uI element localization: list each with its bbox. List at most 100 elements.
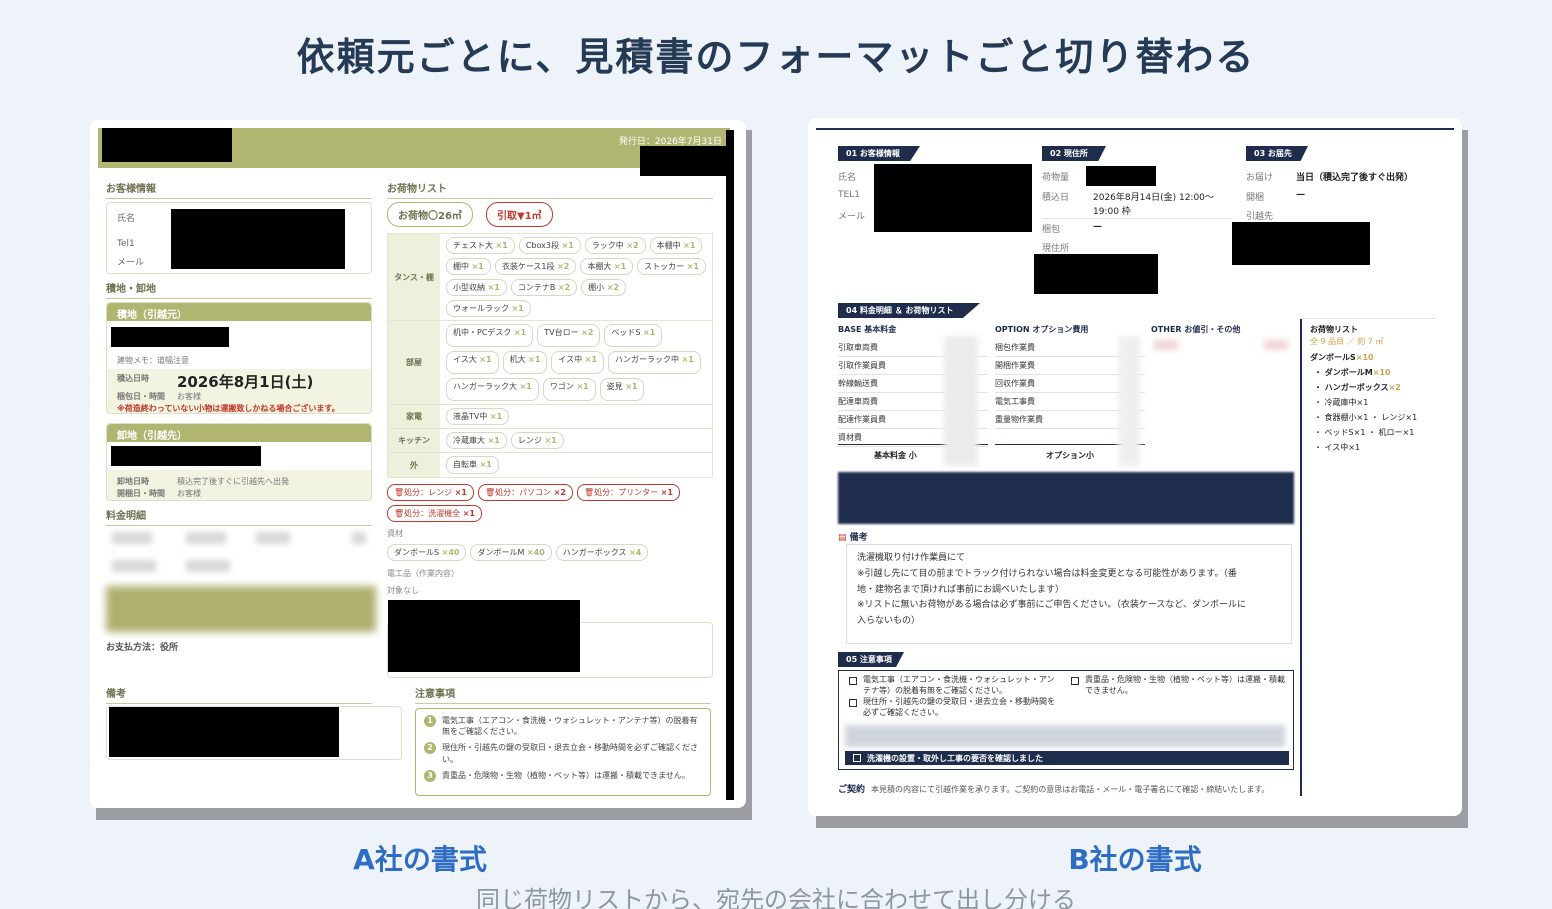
cargo-chip-qty: ×1 [479,460,492,469]
caption-format-b: B社の書式 [1068,843,1202,876]
caution-number: 2 [424,742,436,755]
remarks-section-title: 備考 [106,685,372,704]
base-fee-head: BASE 基本料金 [838,325,897,334]
blurred-discount [1154,340,1178,350]
deliver-label: お届け [1246,173,1274,183]
cargo-chip-name: 自転車 [453,460,480,469]
cargo-chip-name: ウォールラック [453,304,512,313]
cargo-chip: ハンガーラック中 ×1 [608,351,701,374]
cargo-chip-name: ラック中 [591,241,627,250]
b-load-label: 積込日 [1042,193,1070,203]
blurred-base-amounts [944,336,978,466]
unpack-value: お客様 [177,489,201,498]
cargo-chip-name: コンテナB [517,283,558,292]
caution-checkbox-1[interactable] [849,677,857,685]
b-list-item-qty: ×10 [1372,368,1391,377]
redacted-customer [171,209,345,269]
cargo-chip-qty: ×1 [495,241,508,250]
tag-customer-info: 01 お客様情報 [838,146,920,161]
b-list-item-name: ・ イス中×1 [1314,443,1361,452]
redacted-current-address [1034,254,1158,294]
redacted-stamp [640,146,732,176]
caution-confirm-text: 洗濯機の設置・取外し工事の要否を確認しました [867,754,1043,763]
b-dest-label: 引越先 [1246,212,1274,222]
pickup-volume-pill: 引取▼1㎥ [486,202,553,227]
cargo-chip-qty: ×4 [629,548,642,557]
list-top-rule [1300,318,1436,319]
b-list-item: ダンボールS×10 [1310,352,1374,363]
cargo-chip: 机中・PCデスク ×1 [446,324,534,347]
fee-item-label: 重量物作業費 [995,415,1043,424]
cargo-chip-qty: ×1 [454,488,467,497]
blurred-fee [256,532,290,544]
cargo-chip-name: 冷蔵庫大 [453,436,488,445]
redacted-cargo-amount [1086,166,1156,186]
cargo-category-items: 液晶TV中 ×1 [440,405,712,428]
caution-text-2: 現住所・引越先の鍵の受取日・退去立会・移動時間を必ずご確認ください。 [863,697,1055,717]
cargo-chip-name: 本棚中 [656,241,684,250]
b-list-item-name: ・ 食器棚小×1 ・ レンジ×1 [1314,413,1418,422]
fee-item-label: 資材費 [838,433,862,442]
b-load-value-2: 19:00 枠 [1093,207,1131,217]
caution-text: 電気工事（エアコン・食洗機・ウォシュレット・アンテナ等）の脱着有無をご確認くださ… [442,716,698,737]
base-subtotal-label: 基本料金 小 [874,451,917,460]
b-list-total: 全 9 品目 ／ 約 7 ㎥ [1310,337,1384,346]
cargo-chip: コンテナB ×2 [510,279,578,296]
caution-checkbox-3[interactable] [1071,677,1079,685]
packing-warning: ※荷造終わっていない小物は運搬致しかねる場合ございます。 [117,404,340,413]
cargo-chip-qty: ×1 [489,412,503,421]
cargo-chip-qty: ×1 [686,262,699,271]
option-subtotal-label: オプション小 [1046,451,1094,460]
cargo-chip: 冷蔵庫大 ×1 [446,432,507,449]
cargo-chip-name: 本棚大 [587,262,614,271]
contract-text: 本見積の内容にて引越作業を承ります。ご契約の意思はお電話・メール・電子署名にて確… [871,785,1270,794]
customer-box: 氏名 Tel1 メール [106,202,372,274]
redacted-remarks [109,707,339,757]
cargo-chip-qty: ×1 [625,382,638,391]
blurred-caution-row [845,725,1285,747]
unload-label: 卸地日時 [117,477,149,486]
cargo-chip-name: イス中 [558,355,585,364]
cargo-chip-qty: ×1 [683,241,696,250]
cargo-chip-name: 棚小 [588,283,607,292]
b-unpack-label: 開梱 [1246,193,1265,203]
caution-checkbox-2[interactable] [849,699,857,707]
cargo-grid-row: タンス・棚 チェスト大 ×1 Cbox3段 ×1 ラック中 ×2 本棚中 ×1 棚中 ×1… [388,234,712,321]
confirm-checkbox[interactable] [853,754,861,762]
cargo-category: 外 [388,453,440,477]
tag-fee-and-cargo: 04 料金明細 ＆ お荷物リスト [838,303,980,318]
redacted-company-logo [102,128,232,162]
cargo-chip-name: 🗑処分：プリンター [583,488,661,497]
b-list-item: ・ ベッドS×1 ・ 机ロー×1 [1314,427,1414,438]
cargo-category: タンス・棚 [388,234,440,320]
caution-section-title: 注意事項 [415,685,711,704]
cargo-category-items: チェスト大 ×1 Cbox3段 ×1 ラック中 ×2 本棚中 ×1 棚中 ×1 衣装ケース… [440,234,712,320]
b-list-item: ・ 冷蔵庫中×1 [1314,397,1368,408]
cargo-chip-qty: ×1 [544,436,557,445]
cargo-chip: ダンボールS ×40 [387,544,467,561]
cargo-chip: Cbox3段 ×1 [518,237,581,254]
cargo-chip: TV台ロー ×2 [537,324,601,347]
caption-format-a: A社の書式 [353,843,487,876]
cargo-chip: 🗑処分：パソコン ×2 [477,484,573,501]
remarks-line: 洗濯機取り付け作業員にて [857,553,966,563]
cargo-chip-name: イス大 [453,355,480,364]
cargo-category-items: 机中・PCデスク ×1 TV台ロー ×2 ベッドS ×1 イス大 ×1 机大 ×1 イス中… [440,321,712,404]
cargo-chip: 🗑処分：プリンター ×1 [576,484,680,501]
caution-number: 1 [424,715,436,727]
tel-label: Tel1 [117,239,135,249]
cargo-chip: 棚中 ×1 [446,258,491,275]
caution-text-3: 貴重品・危険物・生物（植物・ペット等）は運搬・積載できません。 [1085,675,1285,695]
materials-list: ダンボールS ×40 ダンボールM ×40 ハンガーボックス ×4 [387,544,717,561]
cargo-grid-row: 外 自転車 ×1 [388,453,712,477]
b-remarks-title: ▤ 備考 [838,530,868,543]
b-tel-label: TEL1 [838,190,860,200]
other-fee-head: OTHER お値引・その他 [1151,325,1241,334]
b-contract-footer: ご契約 本見積の内容にて引越作業を承ります。ご契約の意思はお電話・メール・電子署名… [838,782,1298,795]
b-cargo-list: お荷物リスト 全 9 品目 ／ 約 7 ㎥ ダンボールS×10 ・ ダンボールM×… [1300,318,1438,796]
cargo-chip-name: 🗑処分：パソコン [484,488,554,497]
cargo-chip: 姿見 ×1 [599,378,645,401]
cargo-chip-qty: ×1 [643,328,656,337]
cargo-chip-name: TV台ロー [544,328,582,337]
cargo-chip-name: チェスト大 [453,241,496,250]
